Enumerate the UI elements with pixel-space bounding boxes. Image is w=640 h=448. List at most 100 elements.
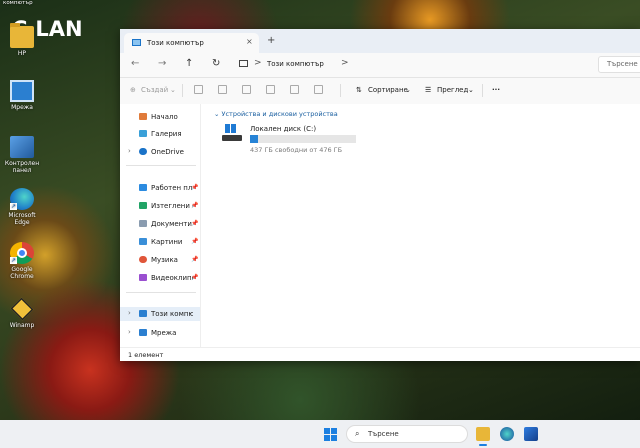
sidebar-item-this-pc[interactable]: › Този компютър <box>120 307 200 321</box>
desktop-icon-edge[interactable]: ↗ Microsoft Edge <box>0 188 44 226</box>
tab-close-button[interactable]: × <box>246 37 253 46</box>
copy-icon[interactable] <box>218 85 227 94</box>
winamp-icon <box>10 297 34 321</box>
toolbar-divider <box>182 84 183 97</box>
sidebar-item-gallery[interactable]: Галерия <box>120 127 200 141</box>
taskbar: ⌕ Търсене <box>0 420 640 448</box>
drive-icon[interactable] <box>222 124 242 142</box>
pin-icon[interactable]: 📌 <box>191 238 198 245</box>
chevron-down-icon: ⌄ <box>214 110 222 118</box>
cut-icon[interactable] <box>194 85 203 94</box>
command-bar: ⊕ Създай ⌄ ⇅ Сортиране ⌄ ☰ Преглед ⌄ ··· <box>120 78 640 105</box>
pin-icon[interactable]: 📌 <box>191 184 198 191</box>
sort-button[interactable]: Сортиране <box>368 86 408 94</box>
taskbar-search-input[interactable]: ⌕ Търсене <box>346 425 468 443</box>
pin-icon[interactable]: 📌 <box>191 256 198 263</box>
view-icon: ☰ <box>425 86 432 94</box>
sort-icon: ⇅ <box>356 86 362 94</box>
sidebar-item-label: Начало <box>151 113 178 121</box>
search-icon: ⌕ <box>355 429 360 438</box>
desktop-icon-hp[interactable]: HP <box>0 23 44 57</box>
breadcrumb-this-pc[interactable]: Този компютър <box>267 60 324 68</box>
chevron-right-icon[interactable]: › <box>128 328 131 336</box>
desktop-icon-control-panel[interactable]: Контролен панел <box>0 136 44 174</box>
search-input[interactable]: Търсене <box>598 56 640 73</box>
pin-icon[interactable]: 📌 <box>191 220 198 227</box>
desktop-corner-label: компютър <box>3 0 33 6</box>
file-explorer-window: Този компютър × + ← → ↑ ↻ > Този компютъ… <box>120 29 640 361</box>
sidebar-item-label: Галерия <box>151 130 182 138</box>
breadcrumb-chevron-icon[interactable]: > <box>341 58 349 68</box>
windows-logo-icon <box>324 435 330 441</box>
devices-group-header[interactable]: ⌄ Устройства и дискови устройства <box>214 110 338 118</box>
sidebar-item-videos[interactable]: Видеоклипове 📌 <box>120 271 200 285</box>
chevron-right-icon[interactable]: › <box>128 309 131 317</box>
more-options-button[interactable]: ··· <box>492 86 500 94</box>
back-arrow-icon[interactable]: ← <box>131 58 139 69</box>
title-bar: Този компютър × + <box>120 29 640 53</box>
sidebar-item-label: Работен плот <box>151 184 193 192</box>
rename-icon[interactable] <box>266 85 275 94</box>
windows-logo-icon <box>331 435 337 441</box>
delete-icon[interactable] <box>314 85 323 94</box>
refresh-icon[interactable]: ↻ <box>212 58 220 69</box>
file-explorer-taskbar-icon[interactable] <box>476 427 490 441</box>
explorer-body: Начало Галерия › OneDrive Работен плот 📌… <box>120 104 640 347</box>
sidebar-item-label: Музика <box>151 256 178 264</box>
chevron-down-icon: ⌄ <box>170 86 176 94</box>
edge-icon: ↗ <box>10 188 34 210</box>
desktop-icon-label: Google Chrome <box>10 266 34 280</box>
tab-label: Този компютър <box>147 39 204 47</box>
sidebar-item-label: Документи <box>151 220 192 228</box>
edge-taskbar-icon[interactable] <box>500 427 514 441</box>
sidebar-item-label: Този компютър <box>151 310 193 318</box>
sidebar-item-documents[interactable]: Документи 📌 <box>120 217 200 231</box>
view-button[interactable]: Преглед <box>437 86 468 94</box>
breadcrumb-chevron-icon[interactable]: > <box>254 58 262 68</box>
document-icon <box>139 220 147 227</box>
sidebar-item-downloads[interactable]: Изтеглени файлове 📌 <box>120 199 200 213</box>
forward-arrow-icon[interactable]: → <box>158 58 166 69</box>
store-taskbar-icon[interactable] <box>524 427 538 441</box>
chevron-right-icon[interactable]: › <box>128 147 131 155</box>
desktop-icon-winamp[interactable]: Winamp <box>0 297 44 329</box>
windows-logo-icon <box>324 428 330 434</box>
sidebar-item-music[interactable]: Музика 📌 <box>120 253 200 267</box>
drive-free-space: 437 ГБ свободни от 476 ГБ <box>250 146 343 154</box>
music-icon <box>139 256 147 263</box>
new-button[interactable]: Създай <box>141 86 168 94</box>
desktop-icon-chrome[interactable]: ↗ Google Chrome <box>0 242 44 280</box>
desktop-icon-label: Microsoft Edge <box>8 212 36 226</box>
sidebar-item-network[interactable]: › Мрежа <box>120 326 200 340</box>
sidebar-item-pictures[interactable]: Картини 📌 <box>120 235 200 249</box>
drive-name[interactable]: Локален диск (C:) <box>250 125 316 133</box>
toolbar-divider <box>482 84 483 97</box>
address-input[interactable]: > Този компютър > <box>232 56 590 73</box>
download-icon <box>139 202 147 209</box>
home-icon <box>139 113 147 120</box>
chevron-down-icon: ⌄ <box>468 86 474 94</box>
active-app-indicator <box>479 444 487 446</box>
network-icon <box>139 329 147 336</box>
drive-usage-bar <box>250 135 356 143</box>
new-tab-button[interactable]: + <box>267 35 275 46</box>
up-arrow-icon[interactable]: ↑ <box>185 58 193 69</box>
desktop-icon-network[interactable]: Мрежа <box>0 80 44 111</box>
share-icon[interactable] <box>290 85 299 94</box>
paste-icon[interactable] <box>242 85 251 94</box>
sidebar-item-onedrive[interactable]: › OneDrive <box>120 145 200 159</box>
tab-this-pc[interactable]: Този компютър × <box>124 33 259 53</box>
windows-logo-icon <box>225 124 236 133</box>
pin-icon[interactable]: 📌 <box>191 202 198 209</box>
cloud-icon <box>139 148 147 155</box>
sidebar-divider <box>126 165 196 166</box>
shortcut-arrow-icon: ↗ <box>10 203 17 210</box>
pin-icon[interactable]: 📌 <box>191 274 198 281</box>
windows-logo-icon <box>331 428 337 434</box>
sidebar-item-desktop[interactable]: Работен плот 📌 <box>120 181 200 195</box>
desktop-icon-label: Winamp <box>9 322 35 329</box>
search-placeholder: Търсене <box>607 60 638 68</box>
desktop-icon-label: Мрежа <box>11 104 33 111</box>
start-button[interactable] <box>324 428 337 441</box>
sidebar-item-home[interactable]: Начало <box>120 110 200 124</box>
